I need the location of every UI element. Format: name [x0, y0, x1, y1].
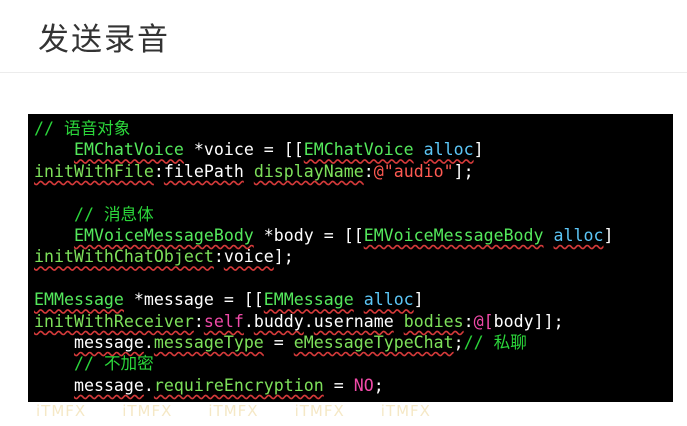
watermark-text: iTMFX — [122, 402, 173, 420]
code-type: EMChatVoice — [303, 140, 414, 160]
code-block: // 语音对象 EMChatVoice *voice = [[EMChatVoi… — [28, 114, 673, 402]
code-text-span: ; — [453, 333, 464, 353]
code-property: username — [313, 311, 394, 331]
code-text-span: . — [303, 311, 314, 331]
code-type: EMVoiceMessageBody — [73, 226, 254, 246]
code-method: bodies — [403, 311, 464, 331]
code-text-span: ]]; — [533, 311, 564, 331]
code-variable: message — [73, 375, 144, 395]
watermark-text: iTMFX — [36, 402, 87, 420]
code-text-span: : — [363, 161, 374, 181]
code-text-span: . — [143, 375, 154, 395]
code-method: initWithReceiver — [34, 311, 194, 331]
code-comment: // 语音对象 — [34, 119, 131, 138]
code-text-span: *message = [[ — [123, 290, 264, 310]
code-text-span: : — [193, 311, 204, 331]
code-text-span: ] — [603, 226, 614, 246]
code-text-span: = — [263, 333, 294, 353]
code-text-span: ]; — [273, 247, 294, 267]
code-text-span: ; — [373, 375, 384, 395]
code-literal: @[ — [473, 311, 494, 331]
code-comment: // 私聊 — [463, 333, 527, 353]
watermark-text: iTMFX — [208, 402, 259, 420]
code-method: displayName — [253, 161, 364, 181]
page-title: 发送录音 — [38, 22, 170, 58]
code-type: EMMessage — [34, 290, 124, 310]
code-text-span: ] — [473, 140, 484, 160]
code-text-span: ]; — [453, 161, 474, 181]
page-header: 发送录音 — [0, 0, 687, 73]
code-selector: alloc — [553, 226, 604, 246]
code-method: initWithChatObject — [34, 247, 214, 267]
code-method: initWithFile — [34, 161, 154, 181]
code-argument: filePath — [163, 161, 244, 181]
code-text-span: *voice = [[ — [183, 140, 304, 160]
code-selector: alloc — [423, 140, 474, 160]
watermark: iTMFX iTMFX iTMFX iTMFX iTMFX — [28, 402, 673, 426]
code-property: buddy — [253, 311, 304, 331]
code-selector: alloc — [363, 290, 414, 310]
code-text-span: *body = [[ — [253, 226, 364, 246]
code-argument: voice — [223, 247, 274, 267]
code-type: EMChatVoice — [73, 140, 184, 160]
code-type: EMVoiceMessageBody — [363, 226, 544, 246]
code-type: EMMessage — [263, 290, 354, 310]
code-constant: eMessageTypeChat — [293, 333, 454, 353]
watermark-text: iTMFX — [380, 402, 431, 420]
code-text-span: : — [153, 161, 164, 181]
code-string: @"audio" — [373, 161, 454, 181]
code-literal: NO — [353, 375, 374, 395]
code-variable: message — [73, 333, 144, 353]
code-text-span: . — [243, 311, 254, 331]
code-comment: // 不加密 — [73, 354, 154, 374]
watermark-text: iTMFX — [294, 402, 345, 420]
code-property: requireEncryption — [153, 375, 324, 395]
code-keyword: self — [203, 311, 244, 331]
code-property: messageType — [153, 333, 264, 353]
code-text-span: : — [463, 311, 474, 331]
code-comment: // 消息体 — [73, 204, 154, 224]
code-text: // 语音对象 EMChatVoice *voice = [[EMChatVoi… — [28, 114, 673, 396]
code-text-span: : — [213, 247, 224, 267]
code-text-span: . — [143, 333, 154, 353]
code-text-span: = — [323, 375, 354, 395]
code-text-span: body — [493, 311, 534, 331]
code-text-span: ] — [413, 290, 424, 310]
